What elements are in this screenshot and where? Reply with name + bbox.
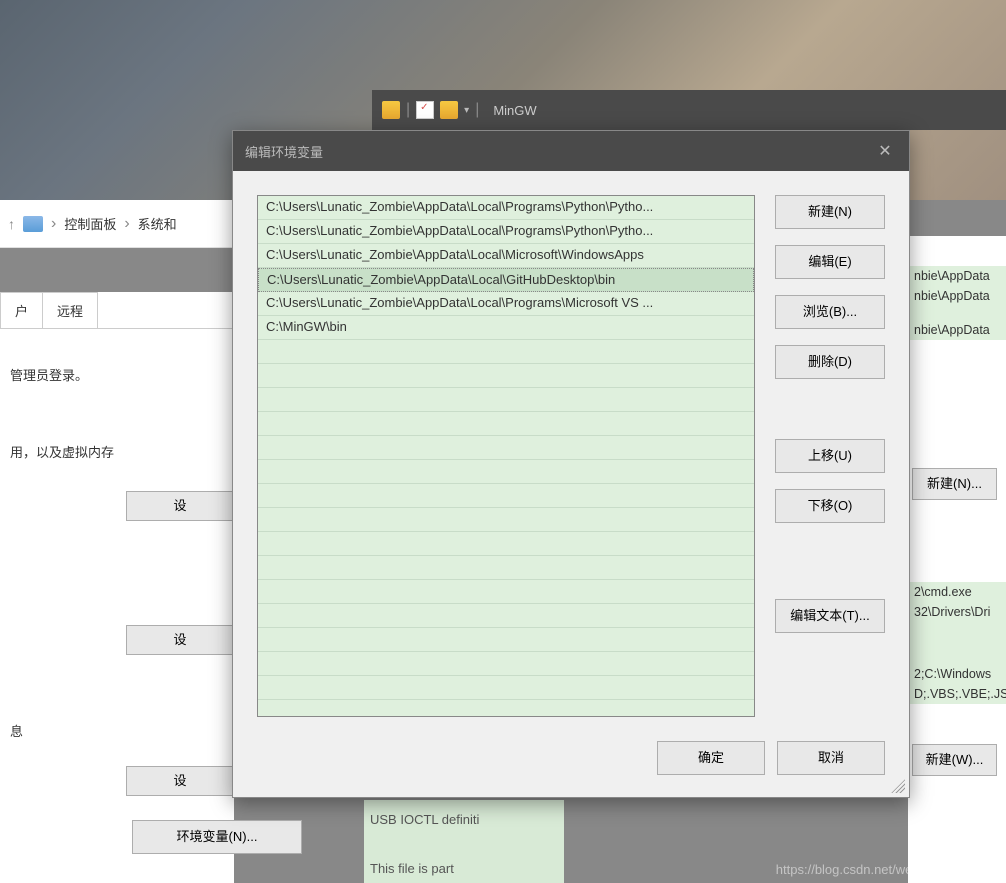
env-value-cell[interactable]: 2\cmd.exe	[908, 582, 1006, 602]
breadcrumb-item[interactable]: 控制面板	[64, 214, 116, 233]
path-row-empty[interactable]	[258, 532, 754, 556]
move-down-button[interactable]: 下移(O)	[775, 489, 885, 523]
path-row-empty[interactable]	[258, 412, 754, 436]
code-line: USB IOCTL definiti	[370, 812, 558, 827]
ok-button[interactable]: 确定	[657, 741, 765, 775]
up-arrow-icon[interactable]: ↑	[8, 216, 15, 232]
folder-icon	[440, 101, 458, 119]
breadcrumb-item[interactable]: 系统和	[138, 214, 177, 233]
system-properties-panel: 户 远程 管理员登录。 用，以及虚拟内存 设 设 息 设 环境变量(N)...	[0, 292, 234, 883]
path-row[interactable]: C:\Users\Lunatic_Zombie\AppData\Local\Pr…	[258, 220, 754, 244]
close-icon[interactable]: ✕	[873, 141, 897, 161]
env-value-cell[interactable]: nbie\AppData	[908, 320, 1006, 340]
env-value-cell[interactable]: nbie\AppData	[908, 286, 1006, 306]
settings-button[interactable]: 设	[126, 766, 234, 796]
tab-strip: 户 远程	[0, 292, 234, 329]
environment-variables-button[interactable]: 环境变量(N)...	[132, 820, 302, 854]
path-row-empty[interactable]	[258, 484, 754, 508]
chevron-right-icon: ›	[51, 215, 56, 233]
edit-button[interactable]: 编辑(E)	[775, 245, 885, 279]
path-row-empty[interactable]	[258, 604, 754, 628]
path-row-empty[interactable]	[258, 460, 754, 484]
env-value-cell[interactable]	[908, 306, 1006, 320]
chevron-down-icon[interactable]: ▾	[464, 105, 469, 116]
tab-user[interactable]: 户	[0, 292, 43, 328]
dialog-button-column: 新建(N) 编辑(E) 浏览(B)... 删除(D) 上移(U) 下移(O) 编…	[775, 195, 885, 717]
env-value-cell[interactable]: D;.VBS;.VBE;.JS	[908, 684, 1006, 704]
path-row-empty[interactable]	[258, 652, 754, 676]
path-row-empty[interactable]	[258, 388, 754, 412]
path-row-empty[interactable]	[258, 508, 754, 532]
move-up-button[interactable]: 上移(U)	[775, 439, 885, 473]
resize-grip-icon[interactable]	[891, 779, 905, 793]
window-title: MinGW	[493, 103, 536, 118]
separator: |	[475, 101, 479, 119]
dialog-title: 编辑环境变量	[245, 142, 873, 161]
settings-button[interactable]: 设	[126, 491, 234, 521]
separator: |	[406, 101, 410, 119]
env-vars-window-right: nbie\AppData nbie\AppData nbie\AppData 新…	[908, 236, 1006, 883]
explorer-titlebar: | ▾ | MinGW	[372, 90, 1006, 130]
edit-env-var-dialog: 编辑环境变量 ✕ C:\Users\Lunatic_Zombie\AppData…	[232, 130, 910, 798]
address-bar: ↑ › 控制面板 › 系统和	[0, 200, 235, 248]
folder-icon	[382, 101, 400, 119]
env-value-cell[interactable]: 32\Drivers\Dri	[908, 602, 1006, 622]
control-panel-icon	[23, 216, 43, 232]
new-button[interactable]: 新建(W)...	[912, 744, 997, 776]
dialog-footer: 确定 取消	[233, 741, 909, 799]
info-text: 息	[0, 715, 234, 746]
properties-icon	[416, 101, 434, 119]
watermark: https://blog.csdn.net/weixin_43627118	[776, 862, 996, 877]
path-row[interactable]: C:\MinGW\bin	[258, 316, 754, 340]
browse-button[interactable]: 浏览(B)...	[775, 295, 885, 329]
path-row-empty[interactable]	[258, 580, 754, 604]
settings-button[interactable]: 设	[126, 625, 234, 655]
code-line: This file is part	[370, 861, 558, 876]
cancel-button[interactable]: 取消	[777, 741, 885, 775]
path-row-empty[interactable]	[258, 364, 754, 388]
tab-remote[interactable]: 远程	[42, 292, 98, 328]
path-row-empty[interactable]	[258, 628, 754, 652]
env-value-cell[interactable]	[908, 622, 1006, 664]
path-row-empty[interactable]	[258, 436, 754, 460]
path-row-empty[interactable]	[258, 340, 754, 364]
delete-button[interactable]: 删除(D)	[775, 345, 885, 379]
path-row[interactable]: C:\Users\Lunatic_Zombie\AppData\Local\Pr…	[258, 196, 754, 220]
new-button[interactable]: 新建(N)	[775, 195, 885, 229]
code-preview: USB IOCTL definiti This file is part	[364, 800, 564, 883]
admin-login-text: 管理员登录。	[0, 359, 234, 390]
path-row[interactable]: C:\Users\Lunatic_Zombie\AppData\Local\Mi…	[258, 244, 754, 268]
path-row-empty[interactable]	[258, 676, 754, 700]
edit-text-button[interactable]: 编辑文本(T)...	[775, 599, 885, 633]
path-row[interactable]: C:\Users\Lunatic_Zombie\AppData\Local\Pr…	[258, 292, 754, 316]
path-row-empty[interactable]	[258, 556, 754, 580]
env-value-cell[interactable]: nbie\AppData	[908, 266, 1006, 286]
new-button[interactable]: 新建(N)...	[912, 468, 997, 500]
env-value-cell[interactable]: 2;C:\Windows	[908, 664, 1006, 684]
path-row-selected[interactable]: C:\Users\Lunatic_Zombie\AppData\Local\Gi…	[258, 268, 754, 292]
path-listbox[interactable]: C:\Users\Lunatic_Zombie\AppData\Local\Pr…	[257, 195, 755, 717]
virtual-memory-text: 用，以及虚拟内存	[0, 436, 234, 467]
chevron-right-icon: ›	[124, 215, 129, 233]
dialog-titlebar: 编辑环境变量 ✕	[233, 131, 909, 171]
